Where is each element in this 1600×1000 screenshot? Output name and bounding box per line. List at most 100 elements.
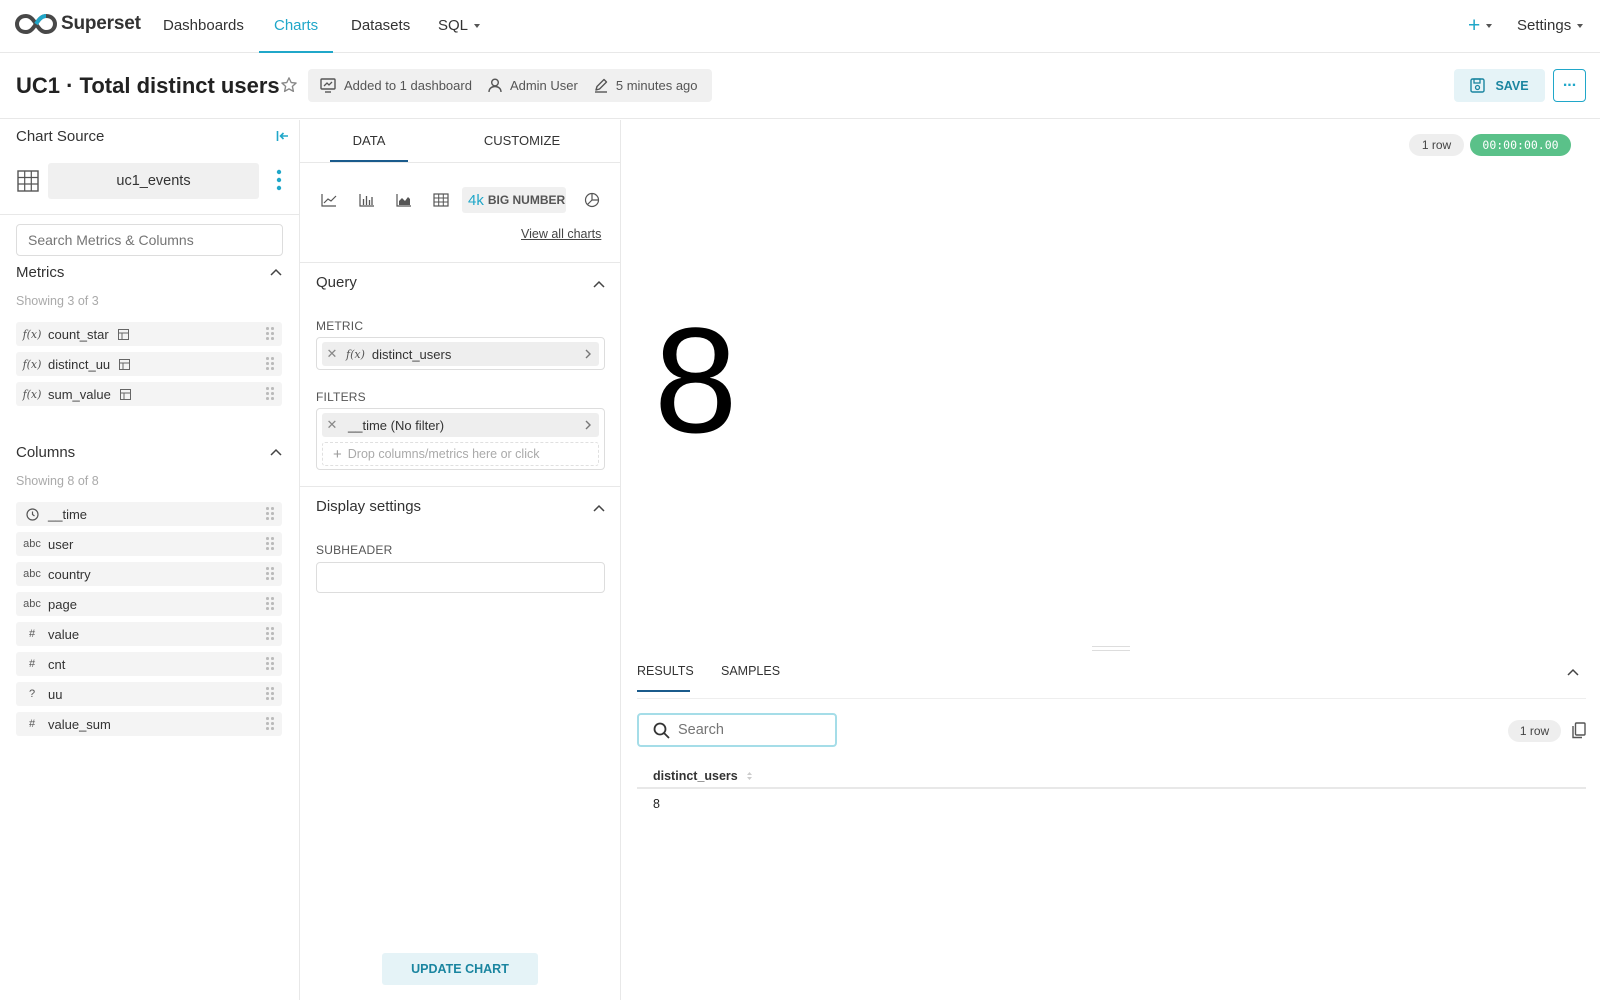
dataset-name[interactable]: uc1_events — [48, 163, 259, 199]
numeric-type-icon: # — [28, 658, 36, 670]
subheader-input[interactable] — [316, 562, 605, 593]
nav-charts[interactable]: Charts — [259, 0, 334, 53]
metric-control[interactable]: ✕ f(x) distinct_users — [316, 337, 605, 370]
drag-handle-icon[interactable] — [266, 537, 274, 551]
metric-pill-label: distinct_users — [371, 346, 452, 362]
dashboard-icon — [320, 78, 336, 93]
table-header: distinct_users — [637, 765, 1586, 789]
collapse-panel-icon[interactable] — [276, 130, 289, 142]
subheader-label: SUBHEADER — [316, 543, 393, 557]
chevron-right-icon — [585, 420, 591, 430]
tab-results[interactable]: RESULTS — [637, 650, 694, 692]
nav-sql[interactable]: SQL — [438, 0, 481, 53]
query-section-title[interactable]: Query — [316, 274, 357, 291]
column-name: value_sum — [48, 716, 111, 732]
added-to-dashboard[interactable]: Added to 1 dashboard — [320, 78, 472, 93]
last-modified[interactable]: 5 minutes ago — [594, 78, 698, 93]
add-filter-dropzone[interactable]: + Drop columns/metrics here or click — [322, 442, 599, 466]
drag-handle-icon[interactable] — [266, 357, 274, 371]
tab-data[interactable]: DATA — [330, 120, 408, 162]
metric-item[interactable]: f(x) count_star — [16, 322, 282, 346]
drag-handle-icon[interactable] — [266, 327, 274, 341]
numeric-type-icon: # — [28, 628, 36, 640]
column-item[interactable]: __time — [16, 502, 282, 526]
update-chart-button[interactable]: UPDATE CHART — [382, 953, 538, 985]
results-search-input[interactable] — [678, 722, 818, 738]
chevron-up-icon[interactable] — [270, 268, 282, 276]
sort-icon[interactable] — [746, 771, 753, 781]
nav-dashboards[interactable]: Dashboards — [163, 0, 244, 53]
metric-item[interactable]: f(x) distinct_uu — [16, 352, 282, 376]
column-item[interactable]: abc country — [16, 562, 282, 586]
tab-customize[interactable]: CUSTOMIZE — [472, 120, 572, 162]
drag-handle-icon[interactable] — [266, 387, 274, 401]
column-item[interactable]: ? uu — [16, 682, 282, 706]
settings-label: Settings — [1517, 17, 1572, 34]
column-name: country — [48, 566, 91, 582]
chevron-up-icon[interactable] — [270, 448, 282, 456]
view-all-charts-link[interactable]: View all charts — [521, 227, 601, 241]
line-chart-icon[interactable] — [321, 193, 337, 207]
save-icon — [1470, 78, 1486, 93]
save-button[interactable]: SAVE — [1454, 69, 1545, 102]
column-item[interactable]: abc user — [16, 532, 282, 556]
column-item[interactable]: # cnt — [16, 652, 282, 676]
column-item[interactable]: # value_sum — [16, 712, 282, 736]
drag-handle-icon[interactable] — [266, 627, 274, 641]
new-item-button[interactable]: + — [1468, 0, 1493, 53]
function-icon: f(x) — [346, 347, 365, 361]
results-search[interactable] — [637, 713, 837, 747]
chart-source-panel: Chart Source uc1_events Metrics Showing … — [0, 120, 300, 1000]
divider — [300, 486, 621, 487]
search-icon — [653, 722, 670, 739]
pie-chart-icon[interactable] — [584, 192, 600, 208]
metric-pill[interactable]: ✕ f(x) distinct_users — [322, 342, 599, 366]
display-settings-title[interactable]: Display settings — [316, 498, 421, 515]
columns-section-title[interactable]: Columns — [16, 444, 75, 461]
search-metrics-input[interactable] — [16, 224, 283, 256]
star-icon[interactable] — [280, 76, 298, 94]
superset-logo[interactable]: Superset — [15, 13, 141, 35]
nav-datasets[interactable]: Datasets — [351, 0, 410, 53]
column-item[interactable]: abc page — [16, 592, 282, 616]
big-number-viz-button[interactable]: 4k BIG NUMBER — [462, 187, 566, 213]
area-chart-icon[interactable] — [396, 193, 412, 207]
drag-handle-icon[interactable] — [266, 717, 274, 731]
info-table-icon — [117, 328, 129, 340]
column-name: page — [48, 596, 77, 612]
drag-handle-icon[interactable] — [266, 687, 274, 701]
drag-handle-icon[interactable] — [266, 597, 274, 611]
controls-panel: DATA CUSTOMIZE 4k BIG NUMBER View all ch… — [300, 120, 621, 1000]
string-type-icon: abc — [23, 568, 41, 580]
resize-handle[interactable] — [1092, 646, 1130, 651]
remove-icon[interactable]: ✕ — [322, 346, 342, 362]
copy-icon[interactable] — [1572, 722, 1586, 739]
metric-name: sum_value — [48, 386, 111, 402]
settings-menu[interactable]: Settings — [1517, 0, 1584, 53]
top-nav: Superset Dashboards Charts Datasets SQL … — [0, 0, 1600, 53]
metric-item[interactable]: f(x) sum_value — [16, 382, 282, 406]
chevron-up-icon[interactable] — [1567, 668, 1579, 676]
chevron-up-icon[interactable] — [593, 504, 605, 512]
clock-icon — [16, 507, 48, 521]
more-options-button[interactable]: ... — [1553, 69, 1586, 102]
info-table-icon — [119, 358, 131, 370]
table-chart-icon[interactable] — [433, 193, 449, 207]
chart-title[interactable]: UC1 · Total distinct users — [16, 73, 280, 99]
metrics-section-title[interactable]: Metrics — [16, 264, 64, 281]
drag-handle-icon[interactable] — [266, 567, 274, 581]
function-icon: f(x) — [22, 357, 42, 371]
remove-icon[interactable]: ✕ — [322, 417, 342, 433]
drag-handle-icon[interactable] — [266, 657, 274, 671]
user-icon — [488, 78, 502, 93]
drag-handle-icon[interactable] — [266, 507, 274, 521]
filters-control[interactable]: ✕ __time (No filter) + Drop columns/metr… — [316, 408, 605, 470]
bar-chart-icon[interactable] — [359, 193, 375, 207]
filter-pill[interactable]: ✕ __time (No filter) — [322, 413, 599, 437]
dataset-menu-icon[interactable] — [276, 169, 282, 191]
owner[interactable]: Admin User — [488, 78, 578, 93]
tab-samples[interactable]: SAMPLES — [721, 650, 780, 692]
chevron-up-icon[interactable] — [593, 280, 605, 288]
column-item[interactable]: # value — [16, 622, 282, 646]
column-header[interactable]: distinct_users — [653, 769, 738, 783]
